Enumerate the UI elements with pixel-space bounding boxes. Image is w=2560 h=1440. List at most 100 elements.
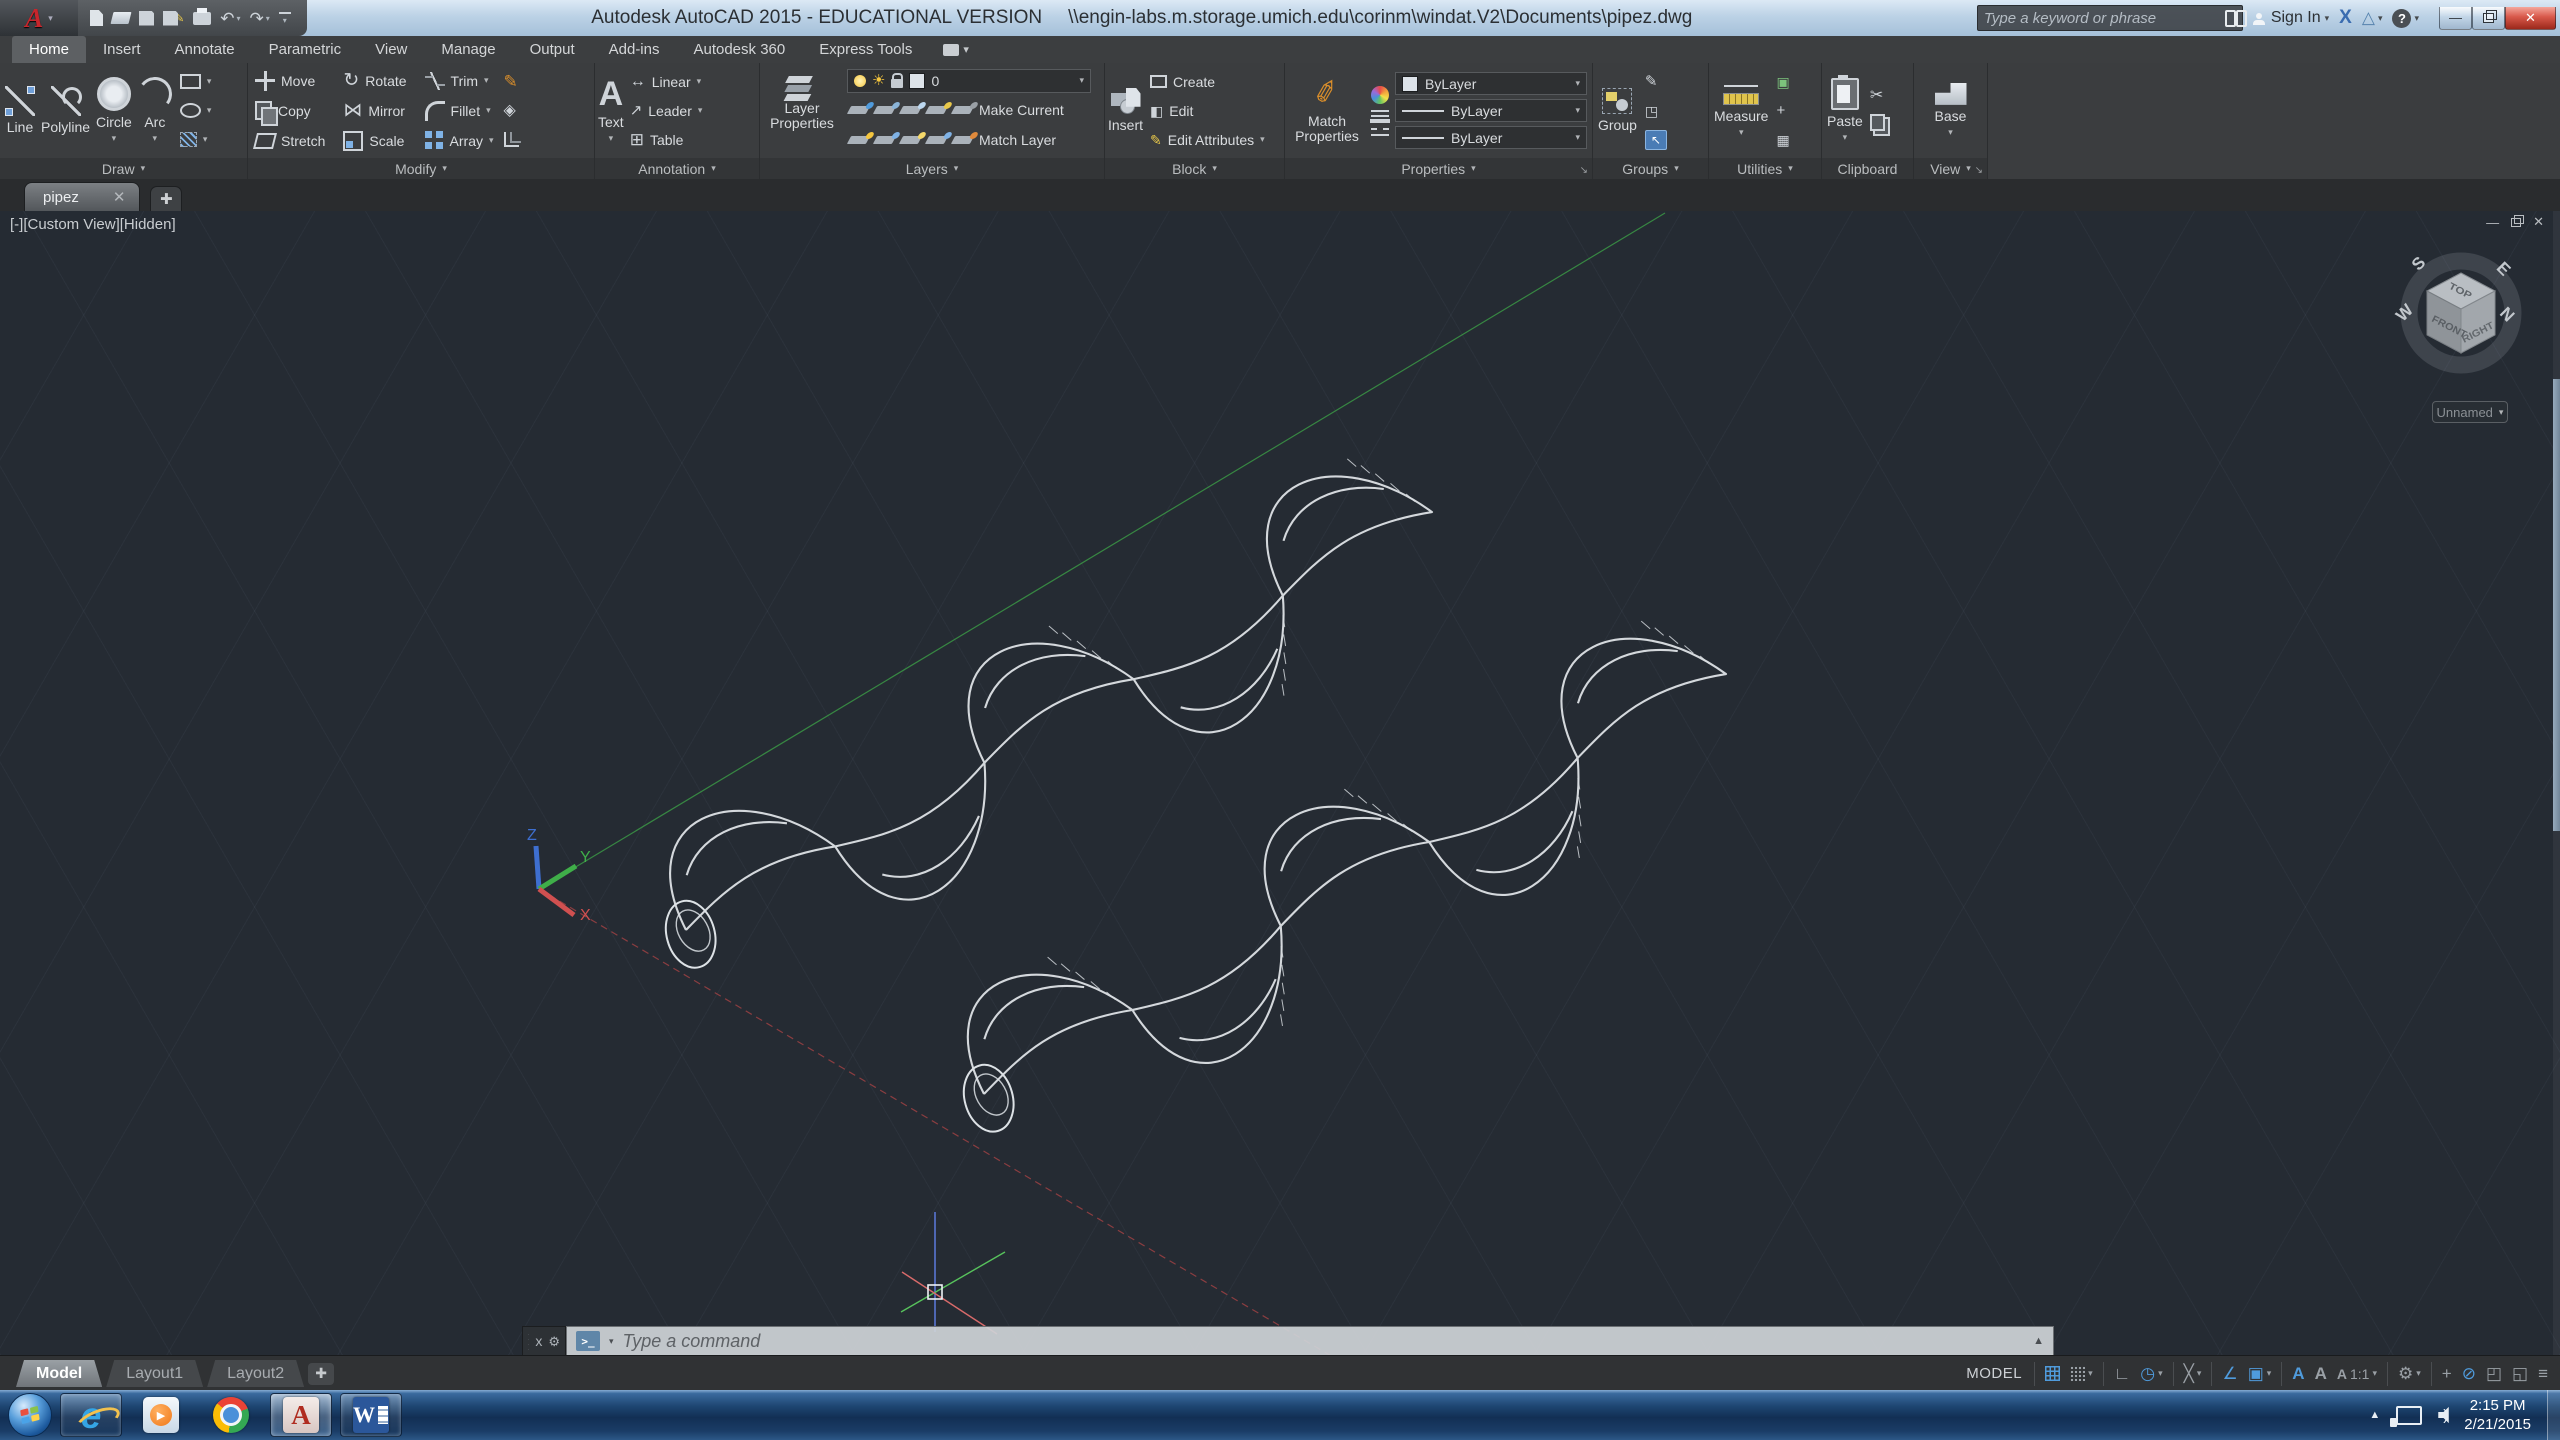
taskbar-word[interactable]: W bbox=[340, 1393, 402, 1437]
ucs-dropdown-button[interactable]: Unnamed ▾ bbox=[2432, 401, 2508, 423]
drawing-canvas[interactable]: ZYX [-][Custom View][Hidden] — ✕ S E W N… bbox=[0, 211, 2560, 1355]
ribbon-display-toggle[interactable]: ▾ bbox=[943, 36, 969, 63]
object-snap-toggle[interactable]: ▣▾ bbox=[2248, 1364, 2272, 1384]
workspace-switching-button[interactable]: ⚙▾ bbox=[2398, 1364, 2421, 1384]
panel-label-layers[interactable]: Layers▾ bbox=[760, 158, 1104, 179]
object-color-combo[interactable]: ByLayer▾ bbox=[1395, 72, 1587, 95]
help-search-field[interactable] bbox=[1977, 5, 2243, 31]
drawing-close-button[interactable]: ✕ bbox=[2533, 214, 2544, 230]
save-button[interactable] bbox=[139, 11, 154, 26]
array-button[interactable]: Array▾ bbox=[423, 128, 496, 154]
group-edit-button[interactable]: ◳ bbox=[1643, 98, 1669, 124]
annotation-visibility-toggle[interactable]: A bbox=[2292, 1364, 2304, 1384]
panel-label-clipboard[interactable]: Clipboard bbox=[1822, 158, 1913, 179]
polyline-button[interactable]: Polyline bbox=[41, 66, 90, 156]
tab-layout2[interactable]: Layout2 bbox=[207, 1360, 304, 1387]
grid-toggle[interactable] bbox=[2045, 1366, 2060, 1381]
new-file-button[interactable] bbox=[90, 10, 103, 26]
circle-button[interactable]: Circle▾ bbox=[96, 66, 132, 156]
hardware-acceleration-button[interactable]: ◱ bbox=[2512, 1364, 2528, 1384]
move-button[interactable]: Move bbox=[253, 68, 327, 94]
layer-freeze-icon[interactable] bbox=[899, 106, 922, 114]
explode-button[interactable]: ◈ bbox=[502, 98, 521, 124]
rectangle-button[interactable]: ▾ bbox=[178, 69, 214, 95]
hidden-icons-button[interactable]: ▲ bbox=[2369, 1409, 2380, 1421]
dialog-launcher-icon[interactable]: ↘ bbox=[1580, 165, 1588, 176]
drawing-restore-button[interactable] bbox=[2511, 218, 2521, 227]
sign-in-button[interactable]: Sign In ▾ bbox=[2253, 9, 2329, 27]
autodesk360-button[interactable]: △ ▾ bbox=[2362, 8, 2383, 28]
clean-screen-toggle[interactable]: ⊘ bbox=[2462, 1364, 2476, 1384]
minimize-button[interactable]: — bbox=[2439, 7, 2472, 30]
new-layout-button[interactable]: ✚ bbox=[308, 1363, 334, 1385]
match-properties-button[interactable]: ✐Match Properties bbox=[1289, 66, 1365, 156]
command-input[interactable] bbox=[623, 1331, 2025, 1352]
copy-clip-button[interactable] bbox=[1868, 112, 1892, 138]
tab-home[interactable]: Home bbox=[12, 36, 86, 63]
annotation-monitor-button[interactable]: + bbox=[2442, 1364, 2452, 1384]
layer-select-combo[interactable]: ☀ 0 ▾ bbox=[847, 69, 1091, 93]
object-snap-tracking-toggle[interactable]: ∠ bbox=[2222, 1364, 2237, 1384]
model-space-label[interactable]: MODEL bbox=[1966, 1365, 2022, 1382]
annotation-scale-button[interactable]: A1:1▾ bbox=[2337, 1366, 2377, 1382]
scale-button[interactable]: Scale bbox=[341, 128, 408, 154]
restore-button[interactable] bbox=[2472, 7, 2505, 30]
layer-thaw-icon[interactable] bbox=[899, 136, 922, 144]
isolate-objects-button[interactable]: ◰ bbox=[2486, 1364, 2502, 1384]
tab-parametric[interactable]: Parametric bbox=[252, 36, 359, 63]
id-point-button[interactable]: + bbox=[1774, 98, 1791, 124]
layer-off-icon[interactable] bbox=[847, 106, 870, 114]
plot-button[interactable] bbox=[193, 12, 211, 25]
layer-lock-icon[interactable] bbox=[925, 106, 948, 114]
offset-button[interactable] bbox=[502, 127, 521, 153]
customize-status-bar-button[interactable]: ≡ bbox=[2538, 1364, 2548, 1384]
linetype-icon[interactable] bbox=[1371, 128, 1389, 130]
taskbar-chrome[interactable] bbox=[200, 1393, 262, 1437]
layer-properties-button[interactable]: Layer Properties bbox=[765, 66, 839, 156]
open-file-button[interactable] bbox=[112, 12, 130, 24]
dialog-launcher-icon[interactable]: ↘ bbox=[1975, 165, 1983, 176]
network-icon[interactable] bbox=[2396, 1406, 2422, 1425]
redo-button[interactable]: ↷▾ bbox=[249, 10, 269, 27]
insert-block-button[interactable]: Insert bbox=[1108, 66, 1143, 156]
panel-label-annotation[interactable]: Annotation▾ bbox=[595, 158, 759, 179]
leader-button[interactable]: ↗Leader▾ bbox=[628, 98, 705, 124]
taskbar-clock[interactable]: 2:15 PM 2/21/2015 bbox=[2464, 1396, 2531, 1435]
scrollbar-thumb[interactable] bbox=[2553, 379, 2560, 831]
viewport-controls-label[interactable]: [-][Custom View][Hidden] bbox=[10, 216, 176, 233]
ortho-toggle[interactable]: ∟ bbox=[2114, 1364, 2131, 1384]
new-drawing-tab-button[interactable]: ✚ bbox=[150, 186, 182, 211]
color-wheel-icon[interactable] bbox=[1371, 86, 1389, 104]
isometric-drafting-toggle[interactable]: ╳▾ bbox=[2184, 1364, 2202, 1384]
tab-output[interactable]: Output bbox=[513, 36, 592, 63]
viewcube[interactable]: S E W N TOP FRONT RIGHT bbox=[2388, 251, 2538, 411]
annotation-autoscale-toggle[interactable]: A bbox=[2315, 1364, 2327, 1384]
close-icon[interactable]: ✕ bbox=[113, 188, 126, 206]
group-selection-toggle[interactable]: ↖ bbox=[1643, 127, 1669, 153]
show-desktop-button[interactable] bbox=[2547, 1390, 2560, 1440]
help-button[interactable]: ? ▾ bbox=[2392, 9, 2419, 28]
save-as-button[interactable]: ✎ bbox=[163, 11, 184, 26]
panel-label-groups[interactable]: Groups▾ bbox=[1593, 158, 1708, 179]
exchange-apps-icon[interactable]: X bbox=[2339, 7, 2352, 29]
tab-autodesk360[interactable]: Autodesk 360 bbox=[676, 36, 802, 63]
panel-label-block[interactable]: Block▾ bbox=[1105, 158, 1284, 179]
line-button[interactable]: Line bbox=[5, 66, 35, 156]
close-button[interactable]: ✕ bbox=[2505, 7, 2556, 30]
file-tab-pipez[interactable]: pipez ✕ bbox=[24, 182, 140, 211]
undo-button[interactable]: ↶▾ bbox=[220, 10, 240, 27]
drag-grip-icon[interactable] bbox=[528, 1332, 529, 1350]
close-icon[interactable]: x bbox=[535, 1334, 542, 1348]
edit-block-button[interactable]: ◧Edit bbox=[1148, 98, 1267, 124]
ellipse-button[interactable]: ▾ bbox=[178, 98, 214, 124]
tab-addins[interactable]: Add-ins bbox=[592, 36, 677, 63]
polar-tracking-toggle[interactable]: ◷▾ bbox=[2140, 1364, 2162, 1384]
panel-label-view[interactable]: View▾↘ bbox=[1914, 158, 1987, 179]
tab-insert[interactable]: Insert bbox=[86, 36, 158, 63]
taskbar-autocad[interactable]: A bbox=[270, 1393, 332, 1437]
canvas-scrollbar[interactable] bbox=[2553, 211, 2560, 1355]
lineweight-combo[interactable]: ByLayer▾ bbox=[1395, 99, 1587, 122]
tab-view[interactable]: View bbox=[358, 36, 424, 63]
start-button[interactable] bbox=[8, 1393, 52, 1437]
trim-button[interactable]: Trim▾ bbox=[423, 68, 496, 94]
